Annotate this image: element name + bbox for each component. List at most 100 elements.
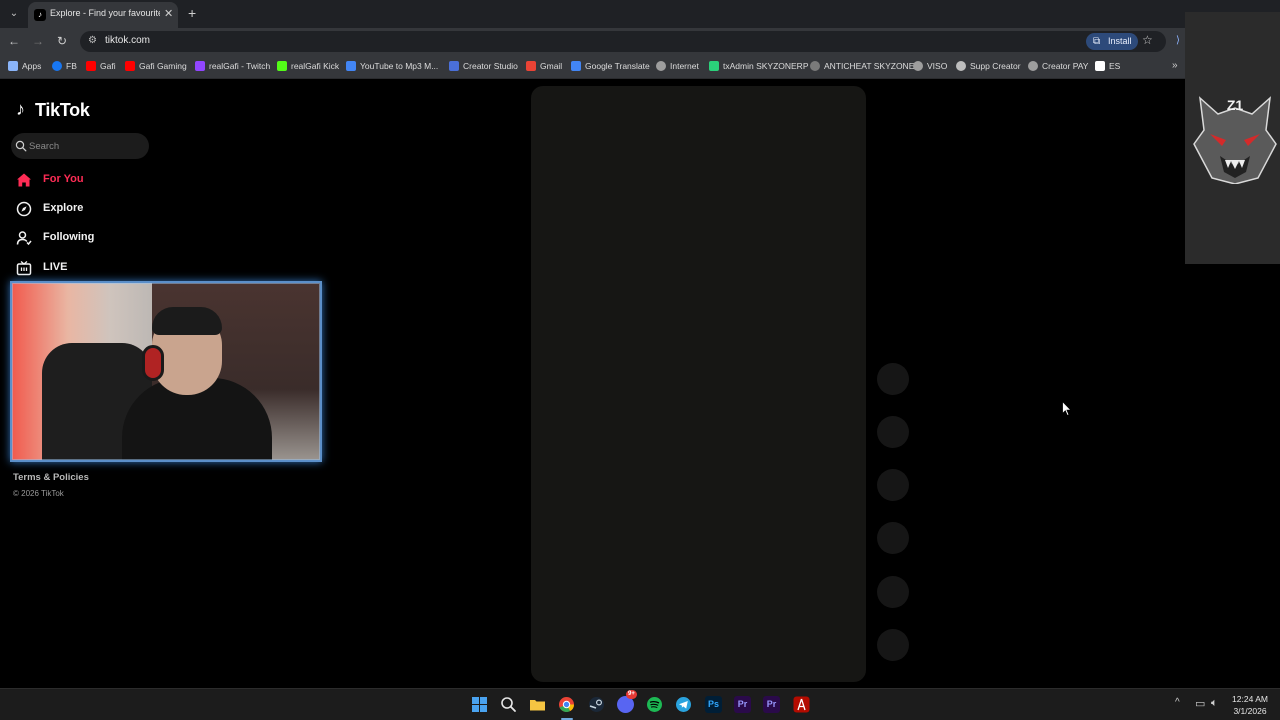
bookmark-star-icon[interactable]: ☆ (1142, 33, 1153, 47)
bookmark-viso[interactable]: VISO (913, 61, 947, 71)
acrobat-icon[interactable] (793, 696, 810, 713)
tiktok-logo-text: TikTok (35, 100, 90, 120)
windows-start-icon[interactable] (471, 696, 488, 713)
link-icon (956, 61, 966, 71)
overlay-logo-text: Z1 (1227, 97, 1244, 113)
photoshop-icon[interactable]: Ps (705, 696, 722, 713)
bookmark-gafi-gaming[interactable]: Gafi Gaming (125, 61, 187, 71)
nav-label-explore: Explore (43, 202, 84, 214)
bookmark-es[interactable]: ES (1095, 61, 1120, 71)
url-text[interactable]: tiktok.com (105, 35, 150, 46)
install-app-button[interactable]: ⧉ Install (1086, 33, 1138, 50)
spotify-icon[interactable] (646, 696, 663, 713)
taskbar-search-icon[interactable] (500, 696, 517, 713)
nav-label-live: LIVE (43, 261, 68, 273)
bookmark-youtube-mp3[interactable]: YouTube to Mp3 M... (346, 61, 438, 71)
shield-icon (810, 61, 820, 71)
new-tab-button[interactable]: + (188, 5, 196, 21)
bookmark-fb[interactable]: FB (52, 61, 77, 71)
nav-for-you[interactable]: For You (14, 170, 164, 192)
tab-search-button[interactable]: ⌄ (6, 6, 22, 22)
address-bar[interactable]: ⚙ tiktok.com ⧉ Install ☆ (80, 31, 1166, 52)
bookmark-creator-pay[interactable]: Creator PAY (1028, 61, 1088, 71)
browser-toolbar: ← → ↻ ⚙ tiktok.com ⧉ Install ☆ ⟩ (0, 28, 1280, 55)
install-icon: ⧉ (1093, 36, 1101, 47)
tray-overflow-chevron-icon[interactable]: ^ (1175, 697, 1180, 708)
chrome-icon[interactable] (558, 696, 575, 713)
video-loading-placeholder (531, 86, 866, 682)
download-icon (346, 61, 356, 71)
meta-icon (449, 61, 459, 71)
tab-title: Explore - Find your favourite vi (50, 8, 160, 18)
stream-overlay-panel: Z1 (1185, 12, 1280, 264)
compass-icon (16, 201, 32, 217)
action-button-placeholder (877, 522, 909, 554)
bookmark-supp-creator[interactable]: Supp Creator (956, 61, 1021, 71)
nav-following[interactable]: Following (14, 228, 164, 250)
bookmark-gafi[interactable]: Gafi (86, 61, 116, 71)
back-button[interactable]: ← (6, 33, 22, 49)
bookmark-internet[interactable]: Internet (656, 61, 699, 71)
discord-notification-badge: 9+ (626, 690, 637, 699)
nav-explore[interactable]: Explore (14, 199, 164, 221)
forward-button[interactable]: → (30, 33, 46, 49)
nav-label-for-you: For You (43, 173, 84, 185)
site-info-icon[interactable]: ⚙ (88, 35, 97, 46)
steam-icon[interactable] (588, 696, 605, 713)
bookmark-anticheat[interactable]: ANTICHEAT SKYZONE (810, 61, 914, 71)
browser-tab-active[interactable]: ♪ Explore - Find your favourite vi ✕ (28, 2, 178, 28)
bookmark-twitch[interactable]: realGafi - Twitch (195, 61, 270, 71)
search-icon (15, 140, 27, 152)
apps-grid-icon (8, 61, 18, 71)
terms-policies-link[interactable]: Terms & Policies (13, 472, 89, 483)
search-placeholder: Search (29, 141, 60, 152)
bookmark-gmail[interactable]: Gmail (526, 61, 562, 71)
globe-icon (656, 61, 666, 71)
bookmarks-bar: Apps FB Gafi Gafi Gaming realGafi - Twit… (0, 55, 1280, 79)
action-button-placeholder (877, 629, 909, 661)
copyright-text: © 2026 TikTok (13, 489, 64, 498)
webcam-frame (12, 283, 320, 460)
reload-button[interactable]: ↻ (54, 33, 70, 49)
wolf-logo-icon: Z1 (1193, 96, 1277, 184)
bookmarks-overflow-button[interactable]: » (1172, 60, 1178, 71)
action-button-placeholder (877, 363, 909, 395)
txadmin-icon (709, 61, 719, 71)
discord-icon[interactable]: 9+ (617, 690, 637, 713)
file-explorer-icon[interactable] (529, 696, 546, 713)
following-icon (16, 231, 32, 246)
tab-close-button[interactable]: ✕ (164, 7, 173, 20)
es-icon (1095, 61, 1105, 71)
tiktok-note-icon: ♪ (16, 99, 25, 119)
extension-icon[interactable]: ⟩ (1176, 35, 1180, 46)
premiere-pro-icon[interactable]: Pr (734, 696, 751, 713)
globe-icon (1028, 61, 1038, 71)
bookmark-kick[interactable]: realGafi Kick (277, 61, 339, 71)
bookmark-creator-studio[interactable]: Creator Studio (449, 61, 518, 71)
telegram-icon[interactable] (675, 696, 692, 713)
taskbar-clock-date[interactable]: 3/1/2026 (1228, 706, 1272, 716)
search-input[interactable]: Search (11, 133, 149, 159)
install-label: Install (1108, 36, 1132, 46)
mouse-cursor-icon (1062, 401, 1072, 417)
display-icon[interactable]: ▭ (1195, 697, 1205, 710)
browser-tab-strip: ⌄ ♪ Explore - Find your favourite vi ✕ + (0, 0, 1280, 28)
gmail-icon (526, 61, 536, 71)
twitch-icon (195, 61, 205, 71)
taskbar-clock-time[interactable]: 12:24 AM (1228, 694, 1272, 704)
premiere-pro-icon[interactable]: Pr (763, 696, 780, 713)
nav-live[interactable]: LIVE (14, 258, 164, 280)
action-button-placeholder (877, 416, 909, 448)
bookmark-apps[interactable]: Apps (8, 61, 41, 71)
bookmark-google-translate[interactable]: Google Translate (571, 61, 650, 71)
youtube-icon (86, 61, 96, 71)
action-button-placeholder (877, 576, 909, 608)
action-button-placeholder (877, 469, 909, 501)
translate-icon (571, 61, 581, 71)
kick-icon (277, 61, 287, 71)
facebook-icon (52, 61, 62, 71)
bookmark-txadmin[interactable]: txAdmin SKYZONERP (709, 61, 809, 71)
volume-icon[interactable]: 🔈︎ (1211, 697, 1218, 710)
live-tv-icon (16, 261, 32, 276)
webcam-overlay (10, 281, 322, 462)
